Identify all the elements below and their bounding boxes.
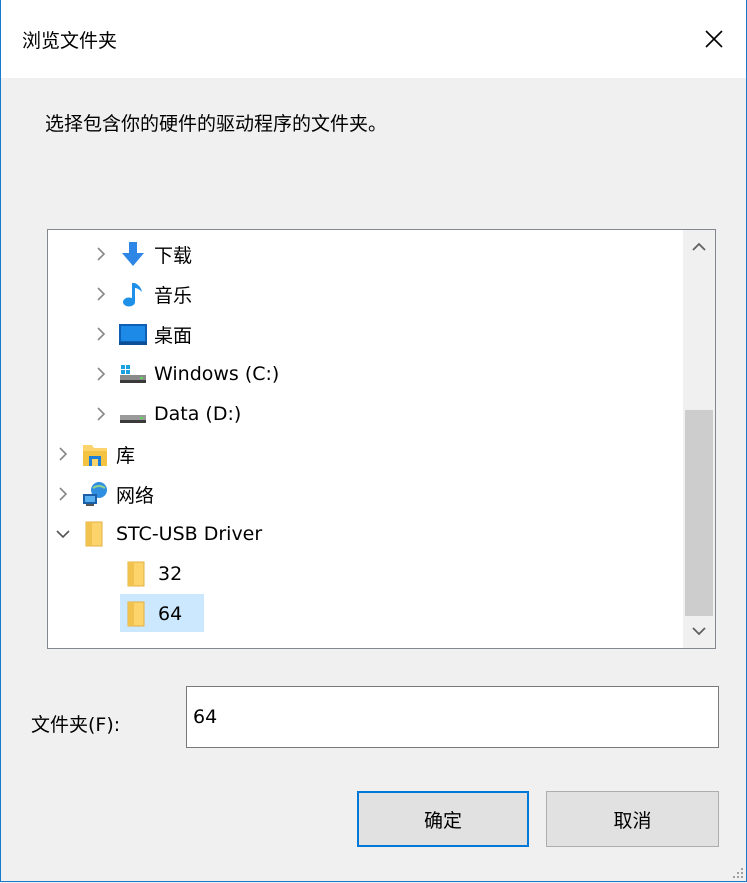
chevron-right-icon[interactable] <box>56 446 70 462</box>
chevron-up-icon <box>692 242 706 251</box>
scrollbar-thumb[interactable] <box>685 410 713 616</box>
close-icon <box>705 30 723 48</box>
chevron-right-icon[interactable] <box>94 246 108 262</box>
chevron-down-icon[interactable] <box>56 526 70 542</box>
browse-folder-dialog: 浏览文件夹 选择包含你的硬件的驱动程序的文件夹。 下载 音乐 桌面 Window… <box>0 0 747 882</box>
folder-tree[interactable]: 下载 音乐 桌面 Windows (C:) Data (D:) 库 网络 STC… <box>47 229 716 649</box>
tree-item-label: Windows (C:) <box>154 363 280 385</box>
desktop-icon <box>118 319 148 349</box>
chevron-right-icon[interactable] <box>94 366 108 382</box>
scroll-down-button[interactable] <box>683 614 715 648</box>
tree-item-label: 桌面 <box>154 324 193 347</box>
tree-item-label: 库 <box>116 444 136 467</box>
tree-item-32[interactable]: 32 <box>122 556 182 592</box>
chevron-right-icon[interactable] <box>94 326 108 342</box>
close-button[interactable] <box>682 0 746 78</box>
tree-item-label: 网络 <box>116 484 155 507</box>
instruction-text: 选择包含你的硬件的驱动程序的文件夹。 <box>45 113 388 135</box>
music-note-icon <box>118 279 148 309</box>
title-bar: 浏览文件夹 <box>1 0 746 78</box>
network-icon <box>80 479 110 509</box>
folder-icon <box>80 519 110 549</box>
tree-item-label: Data (D:) <box>154 403 242 425</box>
chevron-right-icon[interactable] <box>94 406 108 422</box>
cancel-button[interactable]: 取消 <box>546 791 719 847</box>
folder-input[interactable] <box>186 686 719 748</box>
tree-item-label: 64 <box>158 603 183 625</box>
tree-item-label: STC-USB Driver <box>116 523 263 545</box>
tree-item-desktop[interactable]: 桌面 <box>94 316 192 352</box>
tree-item-music[interactable]: 音乐 <box>94 276 192 312</box>
tree-item-data-d[interactable]: Data (D:) <box>94 396 241 432</box>
folder-field-label: 文件夹(F): <box>31 714 121 736</box>
tree-item-stc-usb-driver[interactable]: STC-USB Driver <box>56 516 262 552</box>
tree-item-downloads[interactable]: 下载 <box>94 236 192 272</box>
folder-icon <box>122 599 152 629</box>
tree-item-network[interactable]: 网络 <box>56 476 154 512</box>
tree-item-windows-c[interactable]: Windows (C:) <box>94 356 279 392</box>
tree-item-64-selected[interactable]: 64 <box>122 596 182 632</box>
tree-item-label: 32 <box>158 563 183 585</box>
vertical-scrollbar[interactable] <box>683 230 715 648</box>
downloads-arrow-icon <box>118 239 148 269</box>
dialog-title: 浏览文件夹 <box>22 30 118 52</box>
tree-item-library[interactable]: 库 <box>56 436 135 472</box>
chevron-right-icon[interactable] <box>56 486 70 502</box>
library-icon <box>80 439 110 469</box>
drive-icon <box>118 399 148 429</box>
tree-item-label: 音乐 <box>154 284 193 307</box>
tree-item-label: 下载 <box>154 244 193 267</box>
chevron-down-icon <box>692 627 706 636</box>
scroll-up-button[interactable] <box>683 230 715 264</box>
ok-button[interactable]: 确定 <box>357 791 529 847</box>
resize-grip-icon[interactable] <box>730 865 744 879</box>
chevron-right-icon[interactable] <box>94 286 108 302</box>
folder-icon <box>122 559 152 589</box>
windows-drive-icon <box>118 359 148 389</box>
